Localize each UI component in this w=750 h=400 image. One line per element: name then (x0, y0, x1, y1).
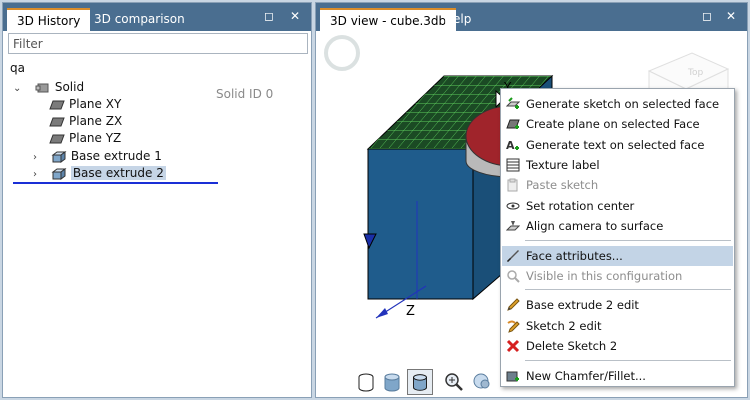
shaded-view-icon (384, 373, 400, 392)
menu-item-label: Create plane on selected Face (526, 117, 700, 131)
menu-item-base-extrude-edit[interactable]: Base extrude 2 edit (502, 295, 733, 315)
tree-item-label: Base extrude 2 (70, 166, 166, 180)
menu-separator (525, 240, 731, 241)
text-face-icon: A (506, 139, 519, 152)
menu-item-label: Texture label (526, 158, 600, 172)
plane-icon (49, 116, 65, 128)
visibility-icon (507, 270, 520, 283)
menu-separator (525, 360, 731, 361)
tree-item-label: Plane YZ (69, 131, 122, 145)
menu-item-label: Generate sketch on selected face (526, 97, 720, 111)
tree-item-label: Plane XY (69, 97, 122, 111)
history-panel: 3D History 3D comparison ◻ ✕ qa ⌄ Solid … (2, 2, 312, 398)
zoom-icon (445, 373, 463, 391)
menu-item-label: Base extrude 2 edit (526, 298, 639, 312)
menu-item-paste-sketch[interactable]: Paste sketch (502, 175, 733, 195)
zoom-button[interactable] (441, 369, 467, 395)
menu-item-label: Paste sketch (526, 178, 599, 192)
menu-item-align-camera[interactable]: Align camera to surface (502, 216, 733, 236)
axis-z-arrow (376, 308, 388, 318)
svg-text:A: A (506, 139, 515, 152)
tree-item-label: Base extrude 1 (70, 149, 162, 163)
selection-underline (13, 182, 218, 184)
tree-item-solid[interactable]: ⌄ Solid (13, 79, 84, 96)
close-icon[interactable]: ✕ (724, 9, 738, 23)
tree-item-base-extrude-2[interactable]: › Base extrude 2 (33, 165, 166, 182)
menu-item-set-rotation-center[interactable]: Set rotation center (502, 196, 733, 216)
menu-item-generate-text[interactable]: A Generate text on selected face (502, 135, 733, 155)
menu-item-visible-in-configuration[interactable]: Visible in this configuration (502, 266, 733, 286)
solid-icon (35, 82, 51, 94)
chevron-down-icon[interactable]: ⌄ (13, 80, 25, 97)
chamfer-icon (506, 371, 519, 382)
shaded-edges-view-icon (413, 374, 427, 391)
menu-item-label: Delete Sketch 2 (526, 339, 618, 353)
align-camera-icon (506, 221, 520, 231)
rotation-gizmo-icon[interactable] (324, 35, 360, 71)
face-attributes-icon (507, 250, 519, 262)
menu-item-create-plane[interactable]: Create plane on selected Face (502, 114, 733, 134)
filter-input[interactable] (8, 33, 308, 54)
rotate-view-button[interactable] (469, 369, 495, 395)
plane-face-icon (506, 119, 520, 129)
plane-icon (49, 133, 65, 145)
menu-item-sketch-edit[interactable]: Sketch 2 edit (502, 316, 733, 336)
paste-icon (507, 178, 518, 192)
context-menu: Generate sketch on selected face Create … (500, 88, 735, 387)
tree-item-label: Plane ZX (69, 114, 123, 128)
extrude-icon (51, 167, 67, 180)
menu-item-new-chamfer-fillet[interactable]: New Chamfer/Fillet... (502, 366, 733, 386)
history-tabbar: 3D History 3D comparison ◻ ✕ (3, 3, 311, 31)
menu-item-label: New Chamfer/Fillet... (526, 369, 646, 383)
shaded-edges-view-button[interactable] (407, 369, 433, 395)
menu-item-label: Set rotation center (526, 199, 635, 213)
tree-item-plane-xy[interactable]: Plane XY (49, 96, 121, 113)
restore-icon[interactable]: ◻ (700, 9, 714, 23)
tree-item-base-extrude-1[interactable]: › Base extrude 1 (33, 148, 162, 165)
rotate-view-icon (473, 373, 490, 389)
tab-3d-history[interactable]: 3D History (7, 8, 91, 31)
tree-item-plane-yz[interactable]: Plane YZ (49, 130, 121, 147)
menu-item-delete-sketch[interactable]: Delete Sketch 2 (502, 336, 733, 356)
box-front-face[interactable] (367, 148, 474, 300)
axis-z-label: Z (406, 304, 415, 319)
wireframe-view-icon (358, 373, 374, 392)
menu-item-face-attributes[interactable]: Face attributes... (502, 246, 733, 266)
sketch-edit-icon (507, 320, 520, 333)
delete-icon (506, 339, 520, 353)
edit-icon (507, 298, 520, 311)
tree-item-plane-zx[interactable]: Plane ZX (49, 113, 122, 130)
tab-3d-comparison[interactable]: 3D comparison (84, 8, 195, 31)
menu-separator (525, 289, 731, 290)
search-text: qa (10, 61, 25, 75)
chevron-right-icon[interactable]: › (33, 149, 45, 166)
menu-item-generate-sketch[interactable]: Generate sketch on selected face (502, 94, 733, 114)
menu-item-label: Align camera to surface (526, 219, 664, 233)
view-tabbar: 3D view - cube.3db Help ◻ ✕ (316, 3, 747, 31)
menu-item-label: Generate text on selected face (526, 138, 705, 152)
texture-icon (506, 158, 520, 172)
menu-item-texture-label[interactable]: Texture label (502, 155, 733, 175)
extrude-icon (51, 150, 67, 163)
menu-item-label: Face attributes... (526, 249, 623, 263)
restore-icon[interactable]: ◻ (262, 9, 276, 23)
sketch-face-icon (506, 97, 520, 109)
shaded-view-button[interactable] (379, 369, 405, 395)
menu-item-label: Sketch 2 edit (526, 319, 602, 333)
tree-item-label: Solid (54, 80, 85, 94)
wireframe-view-button[interactable] (353, 369, 379, 395)
menu-item-label: Visible in this configuration (526, 269, 683, 283)
solid-id-label: Solid ID 0 (216, 87, 274, 101)
plane-icon (49, 99, 65, 111)
close-icon[interactable]: ✕ (288, 9, 302, 23)
view-cube-label: Top (687, 68, 703, 78)
chevron-right-icon[interactable]: › (33, 166, 45, 183)
rotation-center-icon (506, 202, 520, 210)
tab-help[interactable]: Help (434, 8, 481, 31)
